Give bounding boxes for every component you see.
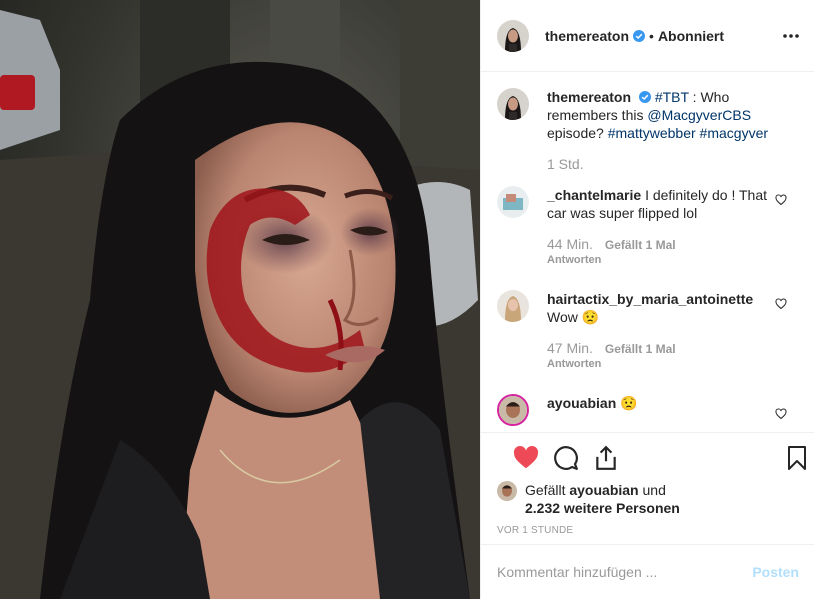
avatar-image (497, 19, 529, 52)
post-sidebar: themereaton • Abonniert themereaton #TBT… (480, 0, 814, 599)
comment-username[interactable]: hairtactix_by_maria_antoinette (547, 291, 753, 307)
comment-meta: 47 Min. Gefällt 1 Mal (547, 340, 779, 356)
comment-text: ayouabian 😟 (547, 394, 779, 412)
comment-time[interactable]: 47 Min. (547, 340, 593, 356)
comment-body: Wow 😟 (547, 309, 600, 325)
verified-icon (633, 29, 646, 42)
caption-meta: 1 Std. (547, 156, 779, 172)
more-icon[interactable] (781, 26, 801, 46)
caption-username[interactable]: themereaton (547, 89, 631, 105)
comment-item: _chantelmarie I definitely do ! That car… (497, 186, 799, 266)
photo-illustration (0, 0, 480, 599)
caption-time[interactable]: 1 Std. (547, 156, 584, 172)
comment-likes[interactable]: Gefällt 1 Mal (605, 342, 676, 356)
commenter-avatar[interactable] (497, 290, 529, 322)
bookmark-icon[interactable] (785, 445, 809, 471)
share-icon[interactable] (593, 445, 619, 471)
instagram-post: themereaton • Abonniert themereaton #TBT… (0, 0, 814, 599)
comment-item: ayouabian 😟 (497, 394, 799, 426)
comment-username[interactable]: ayouabian (547, 395, 616, 411)
heart-outline-icon[interactable] (775, 194, 787, 206)
liked-by-text: Gefällt ayouabian und 2.232 weitere Pers… (525, 481, 680, 517)
comment-meta: 44 Min. Gefällt 1 Mal (547, 236, 779, 252)
liked-mid: und (638, 482, 666, 498)
separator-dot: • (649, 27, 654, 44)
hashtag-link[interactable]: #mattywebber (608, 125, 696, 141)
heart-outline-icon[interactable] (775, 298, 787, 310)
avatar-image (497, 186, 529, 218)
hashtag-link[interactable]: #TBT (655, 89, 689, 105)
reply-button[interactable]: Antworten (547, 358, 779, 370)
avatar-image (499, 396, 527, 424)
action-icons (497, 433, 806, 483)
add-comment-bar: Kommentar hinzufügen ... Posten (481, 544, 814, 599)
avatar-image (497, 290, 529, 322)
likes-count-button[interactable]: 2.232 weitere Personen (525, 500, 680, 516)
author-avatar[interactable] (497, 19, 529, 52)
post-timestamp[interactable]: VOR 1 STUNDE (497, 525, 799, 536)
comment-time[interactable]: 44 Min. (547, 236, 593, 252)
verified-icon (638, 91, 651, 103)
reply-button[interactable]: Antworten (547, 254, 779, 266)
comment-username[interactable]: _chantelmarie (547, 187, 641, 203)
post-actions: Gefällt ayouabian und 2.232 weitere Pers… (481, 432, 814, 544)
heart-outline-icon[interactable] (775, 408, 787, 420)
comments-list[interactable]: themereaton #TBT : Who remembers this @M… (481, 72, 814, 432)
liker-avatar[interactable] (497, 481, 517, 501)
avatar-image (497, 481, 517, 501)
mention-link[interactable]: @MacgyverCBS (647, 107, 751, 123)
comment-likes[interactable]: Gefällt 1 Mal (605, 238, 676, 252)
commenter-avatar[interactable] (497, 186, 529, 218)
liked-prefix: Gefällt (525, 482, 570, 498)
comment-input[interactable]: Kommentar hinzufügen ... (497, 564, 752, 580)
commenter-avatar[interactable] (497, 394, 529, 426)
post-header: themereaton • Abonniert (481, 0, 814, 72)
follow-status-button[interactable]: Abonniert (658, 28, 724, 44)
comment-text: _chantelmarie I definitely do ! That car… (547, 186, 779, 222)
post-comment-button[interactable]: Posten (752, 564, 799, 580)
comment-text: hairtactix_by_maria_antoinette Wow 😟 (547, 290, 779, 326)
caption: themereaton #TBT : Who remembers this @M… (497, 88, 799, 172)
liker-username[interactable]: ayouabian (569, 482, 638, 498)
comment-icon[interactable] (553, 445, 579, 471)
caption-body: episode? (547, 125, 608, 141)
liked-by: Gefällt ayouabian und 2.232 weitere Pers… (497, 481, 799, 517)
hashtag-link[interactable]: #macgyver (700, 125, 768, 141)
comment-body: 😟 (620, 395, 638, 411)
heart-filled-icon[interactable] (513, 445, 539, 471)
author-username[interactable]: themereaton (545, 28, 629, 44)
comment-item: hairtactix_by_maria_antoinette Wow 😟 47 … (497, 290, 799, 370)
avatar-image (497, 88, 529, 120)
post-photo[interactable] (0, 0, 480, 599)
caption-avatar[interactable] (497, 88, 529, 120)
caption-text: themereaton #TBT : Who remembers this @M… (547, 88, 779, 142)
